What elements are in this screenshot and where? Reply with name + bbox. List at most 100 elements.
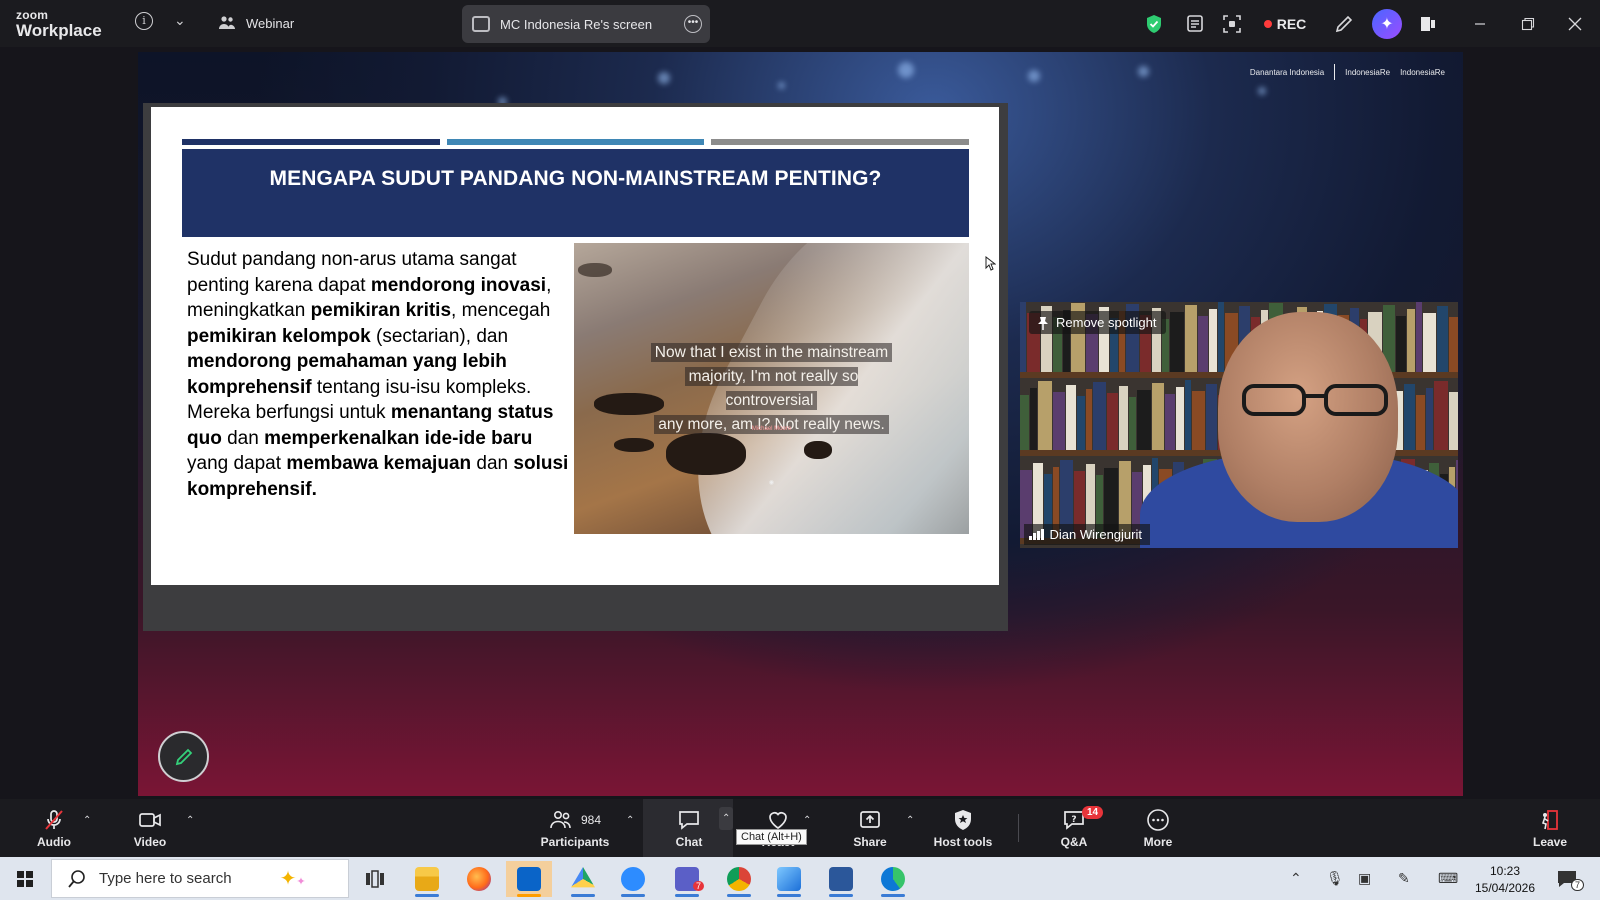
encryption-shield-icon[interactable]: [1140, 0, 1168, 47]
zoom-titlebar: zoom Workplace i ⌄ Webinar MC Indonesia …: [0, 0, 1600, 47]
decor-bar-blue: [446, 139, 705, 145]
firefox-icon[interactable]: [456, 861, 502, 897]
system-clock[interactable]: 10:23 15/04/2026: [1470, 863, 1540, 897]
presentation-slide: MENGAPA SUDUT PANDANG NON-MAINSTREAM PEN…: [151, 107, 999, 585]
slide-body-bold-run: memperkenalkan ide-ide baru: [264, 427, 533, 449]
logo-workplace-text: Workplace: [16, 21, 102, 40]
participants-label: Participants: [540, 834, 610, 849]
quote-line-2: majority, I'm not really so controversia…: [684, 367, 859, 410]
video-camera-icon: [139, 812, 161, 827]
webinar-users-icon: [219, 16, 235, 29]
sponsor-logos: Danantara Indonesia IndonesiaRe Indonesi…: [1250, 64, 1445, 80]
notification-badge: 7: [1571, 879, 1585, 891]
sparkle-decoration-icon: ✦✦: [279, 868, 306, 890]
meeting-info-icon[interactable]: i: [135, 12, 153, 30]
app-panel-icon[interactable]: [1414, 0, 1442, 47]
share-pill-label: MC Indonesia Re's screen: [500, 16, 653, 32]
slide-body-run: (sectarian), dan: [370, 325, 509, 347]
teams-icon[interactable]: 7: [664, 861, 710, 897]
slide-body-run: , mencegah: [451, 300, 551, 321]
annotation-pencil-button[interactable]: [158, 731, 209, 782]
webinar-indicator[interactable]: Webinar: [218, 14, 294, 32]
rec-label: REC: [1276, 15, 1307, 32]
show-hidden-icons-chevron-icon[interactable]: ⌃: [1290, 857, 1302, 900]
windows-start-icon[interactable]: [17, 871, 33, 887]
slide-body-run: dan: [471, 453, 514, 474]
slide-decor-bars: [182, 139, 970, 145]
photos-icon[interactable]: [766, 861, 812, 897]
video-button[interactable]: Video: [126, 799, 174, 857]
edge-icon[interactable]: [870, 861, 916, 897]
remove-spotlight-button[interactable]: Remove spotlight: [1029, 311, 1167, 334]
decor-bar-gray: [711, 139, 970, 145]
qa-label: Q&A: [1060, 834, 1088, 849]
share-upload-icon: [860, 810, 880, 828]
word-icon[interactable]: [818, 861, 864, 897]
participants-options-caret-icon[interactable]: ⌃: [626, 815, 634, 826]
indonesiare-logo-secondary: IndonesiaRe: [1400, 67, 1445, 77]
zoom-app-icon[interactable]: [610, 861, 656, 897]
display-tray-icon[interactable]: ▣: [1358, 857, 1371, 900]
restore-window-icon[interactable]: [1514, 0, 1542, 47]
leave-label: Leave: [1532, 834, 1568, 849]
share-label: Share: [853, 834, 887, 849]
leave-door-icon: [1541, 809, 1558, 830]
clock-date: 15/04/2026: [1474, 881, 1536, 895]
remove-spotlight-label: Remove spotlight: [1056, 315, 1157, 330]
recording-indicator[interactable]: REC: [1260, 0, 1310, 47]
captions-icon[interactable]: [1182, 0, 1210, 47]
google-drive-icon[interactable]: [560, 861, 606, 897]
audio-button[interactable]: Audio: [30, 799, 78, 857]
focus-view-icon[interactable]: [1218, 0, 1246, 47]
notification-center-icon[interactable]: 7: [1556, 857, 1585, 900]
file-explorer-icon[interactable]: [404, 861, 450, 897]
more-button[interactable]: More: [1134, 799, 1182, 857]
toolbar-divider: [1018, 814, 1019, 842]
react-button[interactable]: React: [754, 799, 802, 857]
audio-options-caret-icon[interactable]: ⌃: [83, 815, 91, 826]
task-view-icon[interactable]: [352, 861, 398, 897]
chat-options-caret-icon[interactable]: ⌃: [719, 807, 734, 830]
share-screen-button[interactable]: Share: [846, 799, 894, 857]
host-tools-button[interactable]: Host tools: [930, 799, 996, 857]
quote-author: Michael Moore: [751, 426, 792, 432]
close-window-icon[interactable]: [1561, 0, 1589, 47]
touch-keyboard-icon[interactable]: ⌨: [1438, 857, 1458, 900]
heart-react-icon: [769, 811, 787, 829]
ellipsis-icon[interactable]: •••: [684, 15, 702, 33]
sparkle-icon: ✦: [1372, 8, 1402, 39]
spotlight-video-tile[interactable]: Remove spotlight Dian Wirengjurit: [1020, 302, 1458, 548]
slide-body-bold-run: mendorong inovasi: [370, 274, 547, 296]
participants-count: 984: [580, 812, 602, 827]
signal-strength-icon: [1029, 529, 1044, 540]
chevron-down-icon[interactable]: ⌄: [174, 12, 186, 29]
chat-button[interactable]: Chat: [665, 799, 713, 857]
minimize-window-icon[interactable]: [1466, 0, 1494, 47]
more-label: More: [1143, 834, 1173, 849]
ai-companion-button[interactable]: ✦: [1370, 0, 1404, 47]
host-tools-label: Host tools: [933, 834, 993, 849]
slide-body-bold-run: pemikiran kritis: [310, 300, 452, 321]
chat-tooltip: Chat (Alt+H): [736, 829, 807, 845]
microphone-tray-icon[interactable]: 🎙: [1326, 857, 1344, 900]
outlook-icon[interactable]: [506, 861, 552, 897]
search-placeholder: Type here to search: [99, 870, 232, 887]
pencil-icon: [175, 748, 192, 765]
microphone-muted-icon: [45, 809, 63, 830]
screen-share-pill[interactable]: MC Indonesia Re's screen •••: [462, 5, 710, 43]
pen-tray-icon[interactable]: ✎: [1398, 857, 1410, 900]
quote-watermark-icon: ◉: [768, 480, 775, 486]
leave-button[interactable]: Leave: [1526, 799, 1574, 857]
recording-dot-icon: [1263, 19, 1272, 28]
slide-body-run: yang dapat: [187, 453, 287, 474]
taskbar-search-box[interactable]: Type here to search ✦✦: [51, 859, 349, 898]
decor-bar-navy: [182, 139, 440, 145]
share-options-caret-icon[interactable]: ⌃: [906, 815, 914, 826]
annotate-pencil-icon[interactable]: [1330, 0, 1358, 47]
video-options-caret-icon[interactable]: ⌃: [186, 815, 194, 826]
participants-button[interactable]: 984 Participants: [536, 799, 614, 857]
slide-body-bold-run: membawa kemajuan: [286, 453, 472, 474]
react-options-caret-icon[interactable]: ⌃: [803, 815, 811, 826]
chrome-icon[interactable]: [716, 861, 762, 897]
slide-body-text: Sudut pandang non-arus utama sangat pent…: [187, 247, 569, 502]
